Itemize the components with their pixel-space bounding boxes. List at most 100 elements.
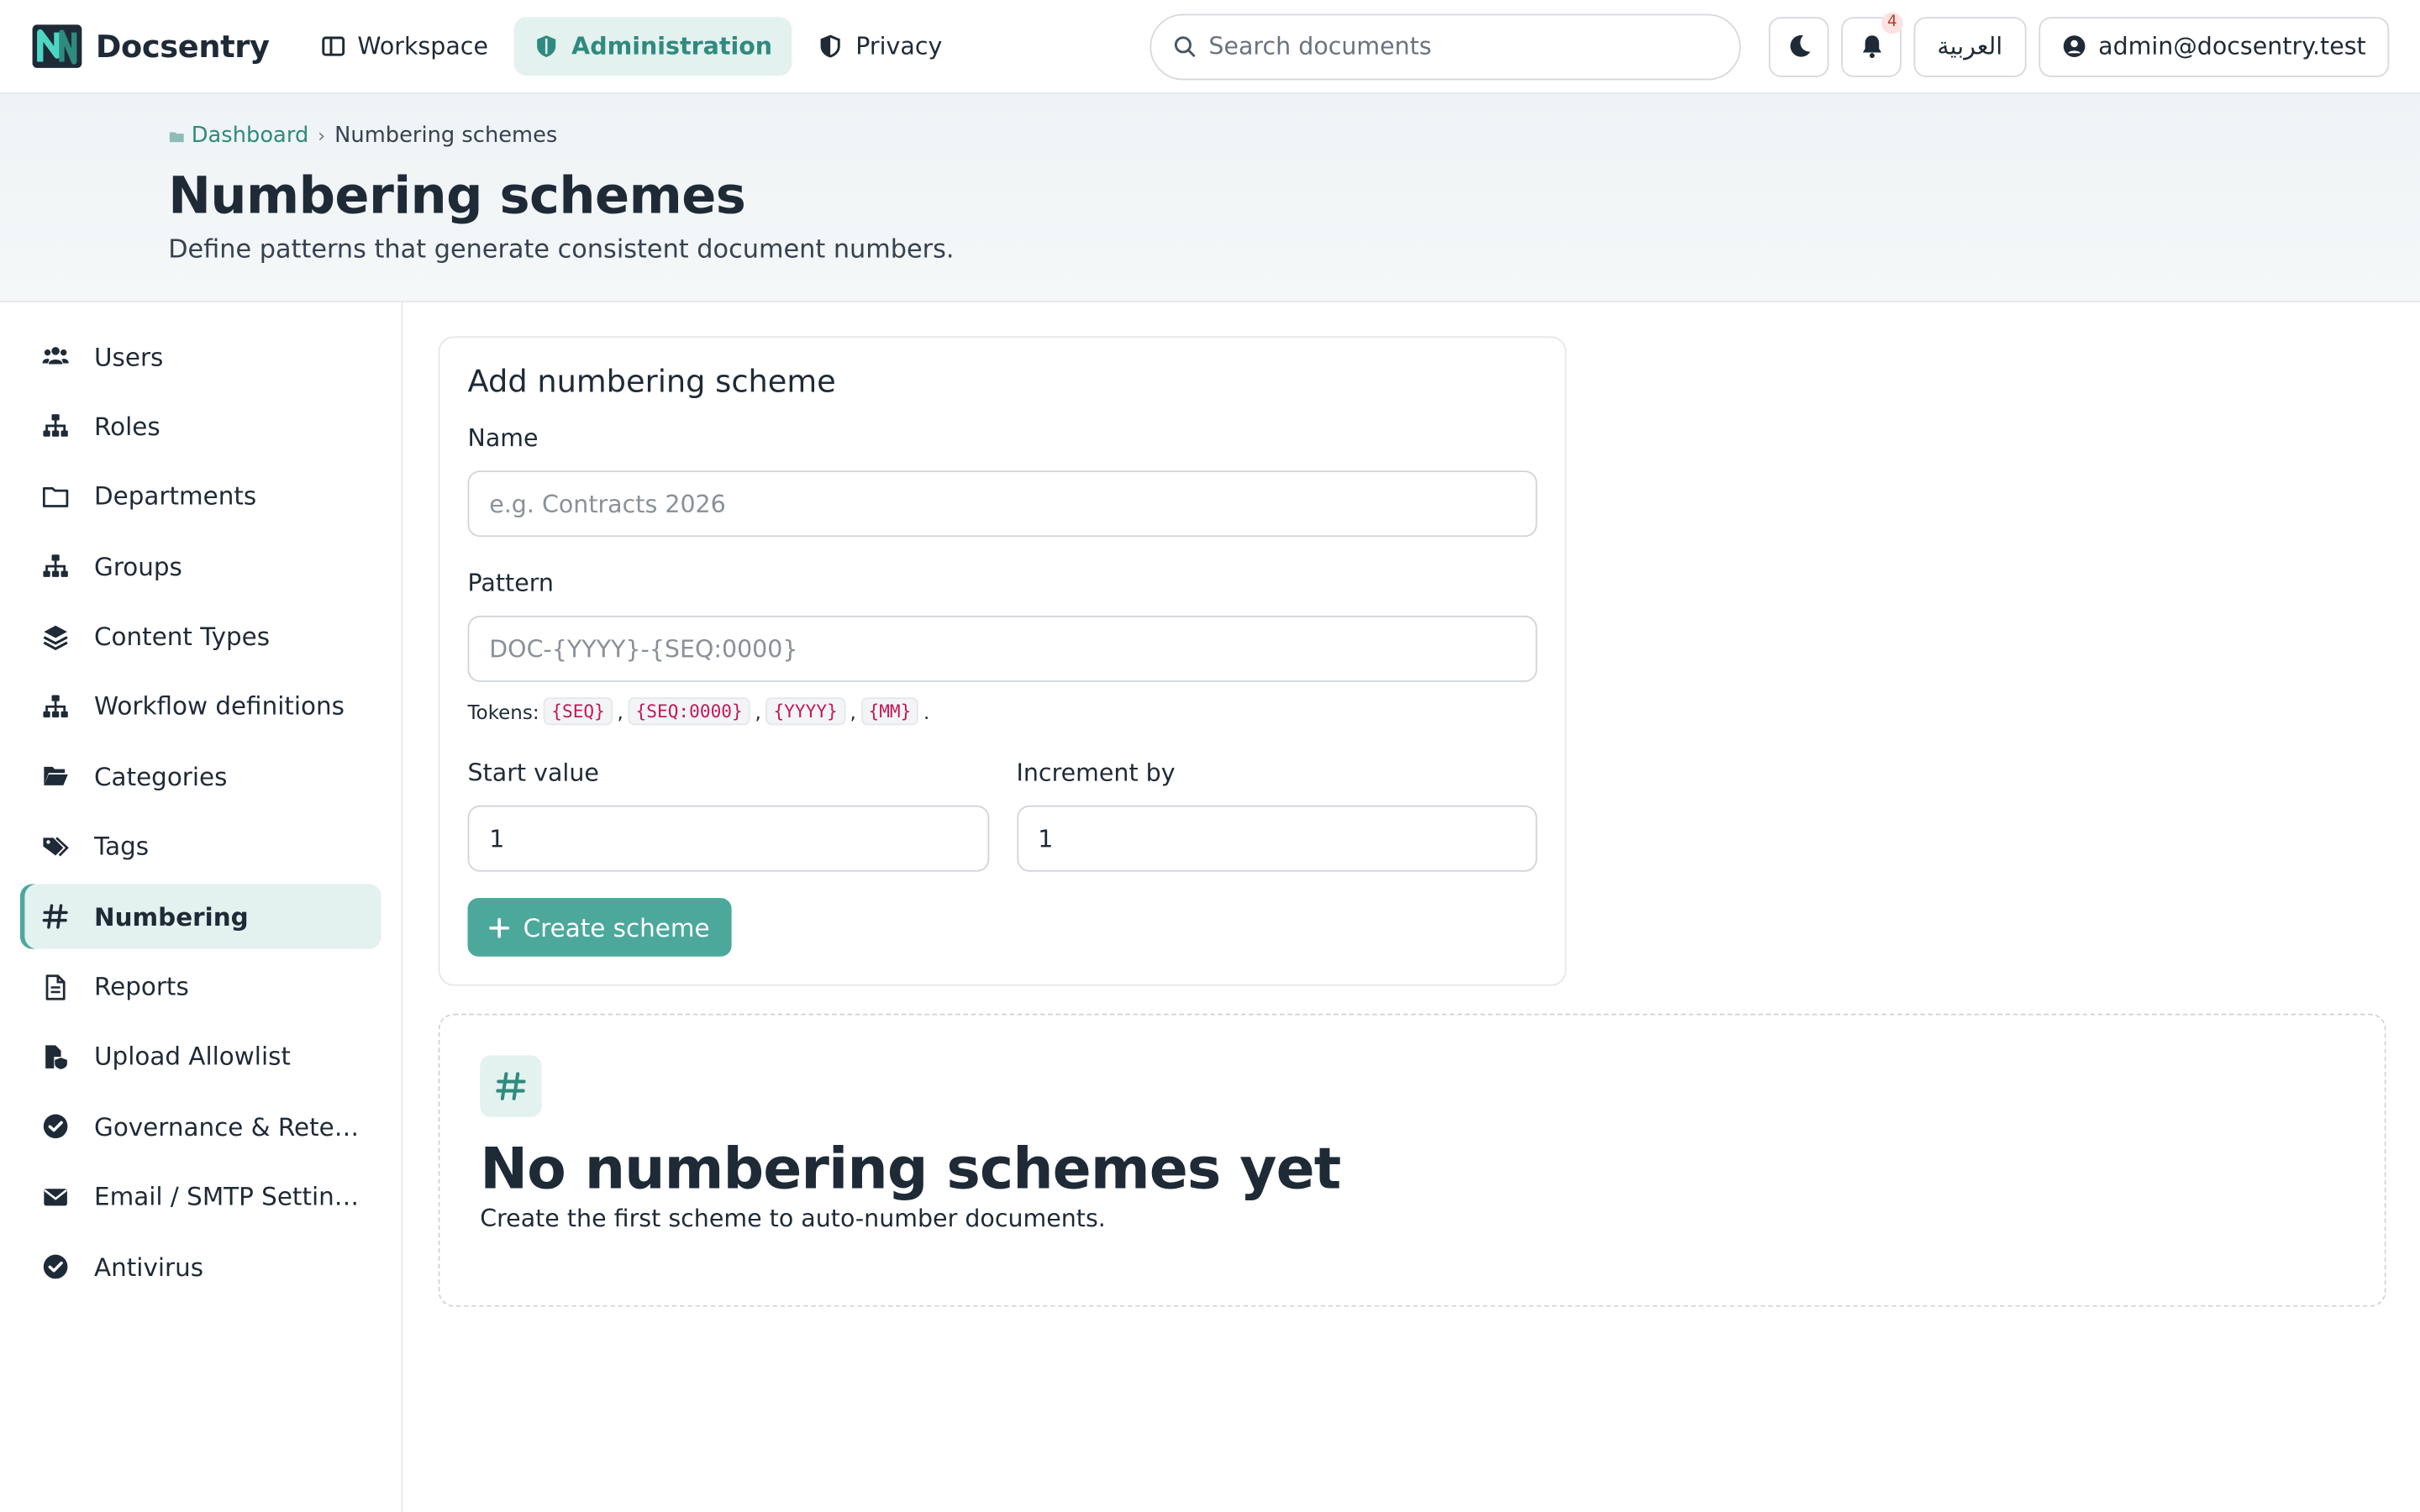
sidebar-item-label: Reports bbox=[94, 972, 189, 1002]
moon-icon bbox=[1790, 34, 1810, 57]
brand[interactable]: Docsentry bbox=[31, 24, 270, 70]
nav-privacy-label: Privacy bbox=[855, 32, 943, 60]
bell-icon bbox=[1862, 35, 1881, 59]
sidebar-item-content-types[interactable]: Content Types bbox=[20, 604, 381, 669]
tokens-hint: Tokens: {SEQ}, {SEQ:0000}, {YYYY}, {MM}. bbox=[468, 697, 1538, 726]
main-content: Add numbering scheme Name Pattern Tokens… bbox=[402, 302, 2420, 1512]
sidebar-item-tags[interactable]: Tags bbox=[20, 814, 381, 879]
search-icon bbox=[1175, 36, 1196, 57]
plus-icon bbox=[489, 916, 510, 937]
increment-input[interactable] bbox=[1016, 805, 1538, 872]
sidebar-item-groups[interactable]: Groups bbox=[20, 534, 381, 599]
start-value-group: Start value bbox=[467, 759, 989, 872]
token-seq-padded: {SEQ:0000} bbox=[628, 697, 750, 726]
nav-privacy[interactable]: Privacy bbox=[798, 17, 962, 76]
empty-state-subtitle: Create the first scheme to auto-number d… bbox=[480, 1205, 1106, 1233]
language-switch-button[interactable]: العربية bbox=[1913, 16, 2026, 76]
sidebar-item-label: Numbering bbox=[94, 901, 249, 932]
create-scheme-label: Create scheme bbox=[523, 912, 710, 942]
sidebar-item-label: Departments bbox=[94, 481, 257, 512]
file-shield-icon bbox=[45, 1045, 67, 1069]
increment-label: Increment by bbox=[1016, 759, 1176, 787]
hash-icon bbox=[42, 904, 68, 929]
content-layout: Users Roles Departments Groups Content T… bbox=[0, 302, 2420, 1512]
sidebar-item-label: Workflow definitions bbox=[94, 691, 345, 722]
empty-state-title: No numbering schemes yet bbox=[480, 1135, 1341, 1202]
breadcrumb-separator: › bbox=[318, 124, 326, 147]
token-seq: {SEQ} bbox=[544, 697, 613, 726]
page-subtitle: Define patterns that generate consistent… bbox=[168, 234, 955, 265]
app-name: Docsentry bbox=[95, 28, 270, 66]
empty-state-icon-box bbox=[480, 1055, 542, 1117]
layers-icon bbox=[43, 624, 68, 650]
sidebar-item-antivirus[interactable]: Antivirus bbox=[20, 1235, 381, 1299]
language-label: العربية bbox=[1937, 32, 2003, 60]
sidebar-item-categories[interactable]: Categories bbox=[20, 744, 381, 809]
shield-icon bbox=[537, 35, 556, 57]
nav-administration-label: Administration bbox=[571, 32, 773, 60]
envelope-icon bbox=[44, 1188, 67, 1205]
sidebar-item-governance-retention[interactable]: Governance & Retention bbox=[20, 1095, 381, 1159]
sidebar-item-label: Antivirus bbox=[94, 1252, 204, 1282]
hierarchy-icon bbox=[43, 695, 68, 717]
shield-half-icon bbox=[821, 34, 841, 58]
breadcrumb-home-label: Dashboard bbox=[191, 123, 309, 149]
user-circle-icon bbox=[2062, 35, 2085, 57]
admin-sidebar: Users Roles Departments Groups Content T… bbox=[0, 302, 403, 1512]
pattern-field-group: Pattern Tokens: {SEQ}, {SEQ:0000}, {YYYY… bbox=[467, 569, 1538, 726]
sequence-fields-row: Start value Increment by bbox=[467, 759, 1538, 872]
name-label: Name bbox=[467, 424, 539, 453]
docsentry-logo-icon bbox=[32, 24, 82, 68]
sidebar-item-label: Email / SMTP Settings bbox=[94, 1182, 360, 1212]
sidebar-item-upload-allowlist[interactable]: Upload Allowlist bbox=[20, 1024, 381, 1089]
pattern-input[interactable] bbox=[467, 615, 1538, 682]
breadcrumb: Dashboard › Numbering schemes bbox=[168, 123, 2420, 148]
folder-icon bbox=[169, 131, 184, 142]
sidebar-item-email-smtp-settings[interactable]: Email / SMTP Settings bbox=[20, 1164, 381, 1229]
hierarchy-icon bbox=[43, 414, 68, 438]
pattern-label: Pattern bbox=[467, 569, 554, 597]
user-menu-button[interactable]: admin@docsentry.test bbox=[2038, 16, 2390, 76]
search-box[interactable] bbox=[1150, 13, 1742, 80]
create-scheme-button[interactable]: Create scheme bbox=[467, 897, 732, 957]
sidebar-item-users[interactable]: Users bbox=[20, 324, 381, 389]
add-scheme-card: Add numbering scheme Name Pattern Tokens… bbox=[438, 336, 1567, 986]
notifications-button[interactable]: 4 bbox=[1841, 11, 1904, 76]
folder-outline-icon bbox=[42, 486, 69, 507]
scheme-name-input[interactable] bbox=[467, 470, 1538, 538]
check-circle-icon bbox=[43, 1254, 68, 1279]
sidebar-item-label: Categories bbox=[94, 762, 228, 791]
sidebar-item-departments[interactable]: Departments bbox=[20, 464, 381, 528]
sidebar-item-label: Users bbox=[94, 341, 164, 371]
sidebar-item-numbering[interactable]: Numbering bbox=[19, 884, 381, 949]
notification-count-badge: 4 bbox=[1881, 11, 1904, 34]
search-input[interactable] bbox=[1208, 32, 1718, 60]
folder-open-icon bbox=[44, 767, 68, 786]
breadcrumb-current: Numbering schemes bbox=[334, 123, 558, 149]
sidebar-item-reports[interactable]: Reports bbox=[20, 954, 381, 1019]
sidebar-item-roles[interactable]: Roles bbox=[20, 394, 381, 459]
nav-administration[interactable]: Administration bbox=[514, 17, 792, 76]
token-year: {YYYY} bbox=[765, 697, 845, 726]
top-nav-bar: Docsentry Workspace Administration Priva… bbox=[0, 0, 2420, 95]
add-scheme-title: Add numbering scheme bbox=[467, 362, 836, 400]
sidebar-item-label: Governance & Retention bbox=[94, 1111, 360, 1142]
sidebar-item-label: Upload Allowlist bbox=[94, 1042, 291, 1072]
check-circle-icon bbox=[43, 1115, 68, 1139]
nav-workspace[interactable]: Workspace bbox=[300, 17, 508, 76]
start-value-input[interactable] bbox=[467, 805, 989, 872]
file-icon bbox=[45, 974, 66, 1000]
sidebar-item-workflow-definitions[interactable]: Workflow definitions bbox=[20, 675, 381, 739]
sidebar-item-label: Groups bbox=[94, 551, 182, 581]
breadcrumb-dashboard-link[interactable]: Dashboard bbox=[168, 123, 308, 148]
start-value-label: Start value bbox=[467, 759, 599, 787]
sidebar-item-label: Roles bbox=[94, 412, 160, 442]
columns-icon bbox=[321, 36, 345, 56]
tags-icon bbox=[43, 836, 69, 856]
page-header: Dashboard › Numbering schemes Numbering … bbox=[0, 94, 2420, 302]
app-root: Docsentry Workspace Administration Priva… bbox=[0, 0, 2420, 1512]
nav-workspace-label: Workspace bbox=[357, 32, 488, 60]
theme-toggle-button[interactable] bbox=[1769, 16, 1829, 76]
users-icon bbox=[42, 347, 69, 365]
hash-icon bbox=[496, 1072, 526, 1100]
